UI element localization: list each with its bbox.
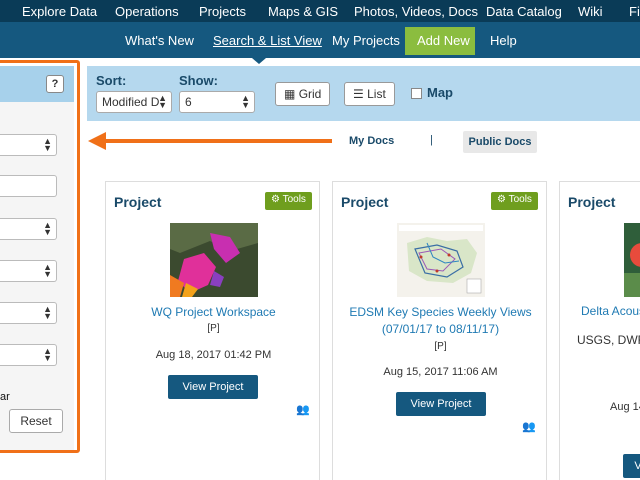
sort-select[interactable]: Modified D ▲ ▼ <box>96 91 172 113</box>
active-tab-caret <box>252 58 266 64</box>
list-icon: ☰ <box>353 87 364 101</box>
nav-operations[interactable]: Operations <box>115 4 179 19</box>
updown-icon: ▲ ▼ <box>158 93 167 110</box>
nav-wiki[interactable]: Wiki <box>578 4 603 19</box>
updown-icon: ▲ ▼ <box>241 93 250 110</box>
project-card: Project Delta Acous USGS, DWR, Aug 14 V <box>559 181 640 480</box>
card-type-label: Project <box>341 194 389 210</box>
annotation-arrow-head <box>88 132 106 150</box>
sort-label: Sort: <box>96 73 127 88</box>
highlight-annotation-box <box>0 60 80 453</box>
card-tag: [P] <box>434 341 447 352</box>
tab-separator: | <box>430 134 433 146</box>
subnav-search-list-view[interactable]: Search & List View <box>213 33 322 48</box>
results-toolbar: Sort: Modified D ▲ ▼ Show: 6 ▲ ▼ ▦ Grid ☰ … <box>87 66 640 121</box>
list-view-button[interactable]: ☰ List <box>344 82 395 106</box>
gear-icon: ⚙ <box>271 194 280 205</box>
map-label: Map <box>427 85 453 100</box>
card-title[interactable]: WQ Project Workspace <box>106 304 321 320</box>
view-project-button[interactable]: V <box>623 454 640 478</box>
nav-projects[interactable]: Projects <box>199 4 246 19</box>
card-type-label: Project <box>568 194 616 210</box>
nav-maps-gis[interactable]: Maps & GIS <box>268 4 338 19</box>
card-tag: [P] <box>207 323 220 334</box>
add-new-label: Add New <box>417 33 470 48</box>
grid-view-button[interactable]: ▦ Grid <box>275 82 331 106</box>
card-meta: USGS, DWR, <box>577 333 640 347</box>
top-nav: Explore Data Operations Projects Maps & … <box>0 0 640 22</box>
nav-photos-videos-docs[interactable]: Photos, Videos, Docs <box>354 4 478 19</box>
subnav-my-projects[interactable]: My Projects <box>332 33 400 48</box>
card-type-label: Project <box>114 194 162 210</box>
nav-data-catalog[interactable]: Data Catalog <box>486 4 562 19</box>
show-select[interactable]: 6 ▲ ▼ <box>179 91 255 113</box>
card-title-line-1[interactable]: EDSM Key Species Weekly Views <box>333 304 548 320</box>
view-project-button[interactable]: View Project <box>168 375 258 399</box>
card-date: Aug 15, 2017 11:06 AM <box>383 366 498 378</box>
tools-button[interactable]: ⚙ Tools <box>491 192 538 210</box>
people-icon: 👥 <box>296 404 310 416</box>
subnav-help[interactable]: Help <box>490 33 517 48</box>
card-date: Aug 14 <box>610 401 640 413</box>
card-date: Aug 18, 2017 01:42 PM <box>155 349 272 361</box>
map-checkbox[interactable] <box>411 88 422 99</box>
grid-icon: ▦ <box>284 87 296 101</box>
list-label: List <box>367 87 386 101</box>
tab-public-docs[interactable]: Public Docs <box>463 131 537 153</box>
nav-explore-data[interactable]: Explore Data <box>22 4 97 19</box>
view-project-button[interactable]: View Project <box>396 392 486 416</box>
project-card: Project ⚙ Tools WQ Project Workspace [P]… <box>105 181 320 480</box>
tools-label: Tools <box>282 194 306 205</box>
project-card: Project ⚙ Tools EDSM Key Species Weekly … <box>332 181 547 480</box>
nav-fi[interactable]: Fi <box>629 4 640 19</box>
card-title[interactable]: Delta Acous <box>581 304 640 318</box>
project-thumbnail[interactable] <box>397 223 485 297</box>
people-icon: 👥 <box>522 421 536 433</box>
grid-label: Grid <box>298 87 322 101</box>
add-new-button[interactable]: Add New <box>405 27 475 55</box>
gear-icon: ⚙ <box>497 194 506 205</box>
show-label: Show: <box>179 73 218 88</box>
sub-nav: What's New Search & List View My Project… <box>0 22 640 58</box>
tab-my-docs[interactable]: My Docs <box>349 135 394 147</box>
annotation-arrow-shaft <box>104 139 332 143</box>
subnav-whats-new[interactable]: What's New <box>125 33 194 48</box>
project-thumbnail[interactable] <box>624 223 640 297</box>
tools-label: Tools <box>508 194 532 205</box>
sort-value: Modified D <box>102 95 160 109</box>
project-thumbnail[interactable] <box>170 223 258 297</box>
show-value: 6 <box>185 95 192 109</box>
card-title-line-2[interactable]: (07/01/17 to 08/11/17) <box>333 321 548 337</box>
tools-button[interactable]: ⚙ Tools <box>265 192 312 210</box>
